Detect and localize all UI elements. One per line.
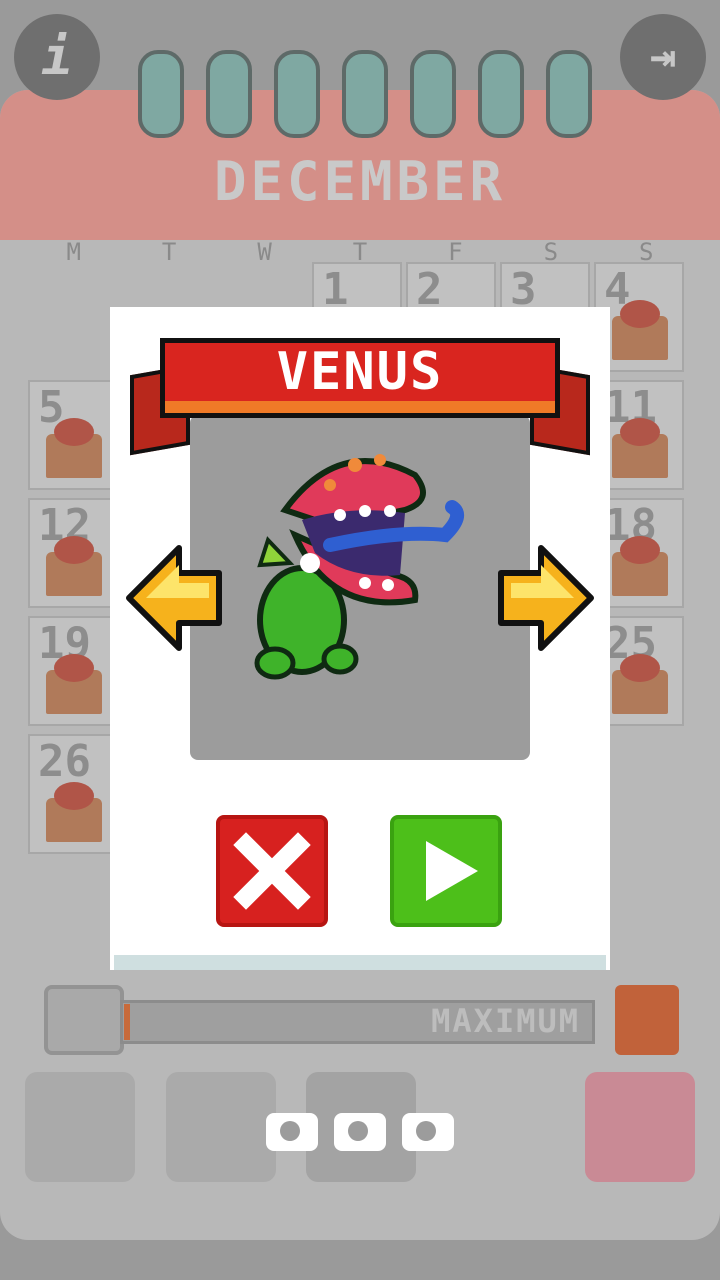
venus-flytrap-character bbox=[254, 454, 465, 680]
progress-label: MAXIMUM bbox=[431, 1002, 580, 1040]
character-name: VENUS bbox=[276, 342, 444, 402]
weekday-label: M bbox=[66, 238, 81, 266]
binder-ring bbox=[206, 50, 252, 138]
cake-icon bbox=[612, 418, 668, 478]
camera-icon bbox=[266, 1113, 318, 1151]
arrow-right-icon[interactable] bbox=[496, 543, 596, 653]
exit-icon[interactable]: ⇥ bbox=[620, 14, 706, 100]
binder-ring bbox=[342, 50, 388, 138]
binder-ring bbox=[410, 50, 456, 138]
calendar-day-cell[interactable]: 19 bbox=[28, 616, 118, 726]
trophy-icon[interactable] bbox=[44, 985, 124, 1055]
pink-face-icon[interactable] bbox=[585, 1072, 695, 1182]
progress-fill bbox=[124, 1004, 130, 1040]
camera-icon bbox=[334, 1113, 386, 1151]
binder-ring bbox=[546, 50, 592, 138]
play-button[interactable] bbox=[390, 815, 502, 927]
cancel-button[interactable] bbox=[216, 815, 328, 927]
cake-icon bbox=[612, 300, 668, 360]
cake-icon bbox=[46, 418, 102, 478]
cake-icon bbox=[612, 536, 668, 596]
day-number: 26 bbox=[38, 736, 91, 787]
cake-icon bbox=[612, 654, 668, 714]
binder-ring bbox=[274, 50, 320, 138]
gamepad-icon[interactable] bbox=[166, 1072, 276, 1182]
month-title: DECEMBER bbox=[213, 150, 507, 213]
close-icon bbox=[233, 832, 311, 910]
profile-icon[interactable] bbox=[25, 1072, 135, 1182]
cake-icon bbox=[46, 782, 102, 842]
gift-icon[interactable] bbox=[615, 985, 679, 1055]
cake-icon bbox=[46, 654, 102, 714]
calendar-day-cell[interactable]: 26 bbox=[28, 734, 118, 854]
arrow-left-icon[interactable] bbox=[124, 543, 224, 653]
camera-icon bbox=[402, 1113, 454, 1151]
character-portrait-frame bbox=[190, 415, 530, 1151]
cake-icon bbox=[46, 536, 102, 596]
play-icon bbox=[426, 841, 478, 901]
weekday-label: W bbox=[257, 238, 272, 266]
dialog-footer-strip bbox=[114, 955, 606, 970]
info-icon[interactable]: i bbox=[14, 14, 100, 100]
calendar-day-cell[interactable]: 5 bbox=[28, 380, 118, 490]
calendar-day-cell[interactable]: 12 bbox=[28, 498, 118, 608]
binder-ring bbox=[478, 50, 524, 138]
binder-ring bbox=[138, 50, 184, 138]
weekday-label: T bbox=[161, 238, 177, 266]
